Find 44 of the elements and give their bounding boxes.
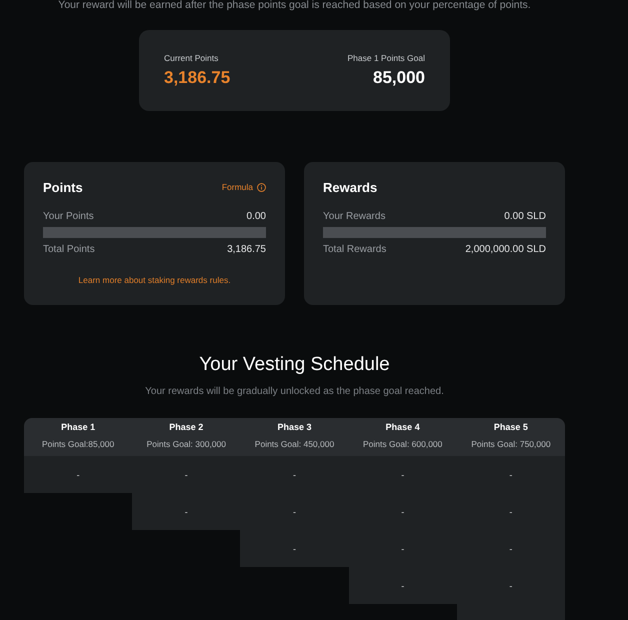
current-points-label: Current Points xyxy=(164,53,218,64)
table-cell: - xyxy=(240,456,349,493)
section-subtitle: Your rewards will be gradually unlocked as the phase goal reached. xyxy=(144,385,445,398)
phase-label: Phase 1 xyxy=(61,422,96,433)
goal-label: Points Goal: 450,000 xyxy=(254,439,334,450)
goal-label: Points Goal: 300,000 xyxy=(146,439,226,450)
rules-link[interactable]: Learn more about staking rewards rules. xyxy=(78,274,231,286)
formula-link[interactable]: Formula xyxy=(222,182,266,193)
card-title: Points xyxy=(43,180,83,195)
table-cell: - xyxy=(456,530,565,567)
table-cell: - xyxy=(348,530,457,567)
stat-label: Total Rewards xyxy=(323,243,386,256)
phase-label: Phase 5 xyxy=(494,422,528,433)
table-cell: - xyxy=(240,530,349,567)
table-cell: - xyxy=(348,456,457,493)
stat-value: 3,186.75 xyxy=(227,243,266,256)
table-cell: - xyxy=(456,456,565,493)
stat-value: 0.00 SLD xyxy=(504,210,546,223)
intro-text: Your reward will be earned after the phase points goal is reached based on your percentage of points. xyxy=(57,0,532,11)
table-cell: - xyxy=(132,456,240,493)
table-cell: - xyxy=(240,493,349,530)
phase-label: Phase 4 xyxy=(386,422,420,433)
goal-label: Phase 1 Points Goal xyxy=(348,53,425,64)
goal-label: Points Goal: 750,000 xyxy=(471,439,551,450)
section-heading: Your Vesting Schedule xyxy=(198,353,391,377)
table-cell: - xyxy=(24,456,132,493)
table-cell: - xyxy=(132,493,240,530)
table-cell: - xyxy=(456,567,565,604)
stat-label: Your Points xyxy=(43,210,94,223)
table-cell: - xyxy=(456,493,565,530)
stat-label: Total Points xyxy=(43,243,95,256)
card-title: Rewards xyxy=(323,180,378,195)
stat-label: Your Rewards xyxy=(323,210,386,223)
stat-value: 2,000,000.00 SLD xyxy=(465,243,546,256)
goal-label: Points Goal: 600,000 xyxy=(363,439,442,450)
goal-value: 85,000 xyxy=(373,68,425,88)
stat-value: 0.00 xyxy=(246,210,266,223)
info-icon xyxy=(257,183,266,192)
phase-label: Phase 3 xyxy=(277,422,312,433)
table-cell: - xyxy=(348,567,457,604)
current-points-value: 3,186.75 xyxy=(164,68,230,88)
phase-label: Phase 2 xyxy=(169,422,204,433)
table-cell: - xyxy=(348,493,457,530)
goal-label: Points Goal:85,000 xyxy=(42,439,114,450)
